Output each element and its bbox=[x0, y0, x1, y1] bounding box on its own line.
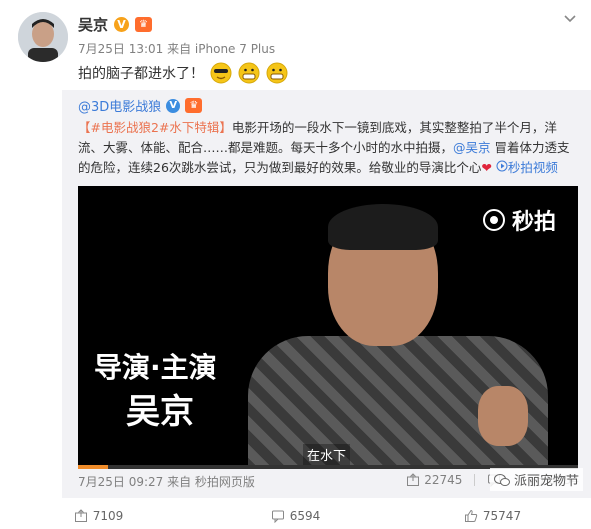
share-icon bbox=[407, 473, 420, 486]
repost-author-row: @3D电影战狼 V ♛ bbox=[78, 96, 203, 115]
wechat-icon bbox=[493, 473, 510, 486]
action-bar: 7109 6594 75747 bbox=[0, 502, 591, 529]
post-meta[interactable]: 7月25日 13:01 来自 iPhone 7 Plus bbox=[78, 40, 275, 57]
repost-text: 【#电影战狼2#水下特辑】电影开场的一段水下一镜到底戏，其实整整拍了半个月，洋流… bbox=[78, 118, 580, 178]
watermark: 派丽宠物节 bbox=[489, 468, 583, 491]
video-title-line1: 导演·主演 bbox=[94, 351, 217, 384]
comment-icon bbox=[271, 510, 284, 523]
repost-forward-count: 22745 bbox=[424, 473, 463, 487]
grin-emoji-icon bbox=[238, 62, 260, 84]
cool-face-emoji-icon bbox=[210, 62, 232, 84]
repost-box: @3D电影战狼 V ♛ 【#电影战狼2#水下特辑】电影开场的一段水下一镜到底戏，… bbox=[62, 90, 591, 498]
comment-button[interactable]: 6594 bbox=[197, 509, 394, 523]
repost-meta[interactable]: 7月25日 09:27 来自 秒拍网页版 bbox=[78, 473, 255, 490]
comment-count: 6594 bbox=[289, 508, 321, 523]
repost-author[interactable]: @3D电影战狼 bbox=[78, 96, 161, 115]
topic-link[interactable]: 【#电影战狼2#水下特辑】 bbox=[78, 120, 232, 135]
video-subtitle: 在水下 bbox=[303, 444, 351, 465]
video-title-line2: 吴京 bbox=[126, 392, 194, 432]
camera-icon bbox=[482, 209, 505, 231]
avatar[interactable] bbox=[18, 12, 68, 62]
watermark-text: 派丽宠物节 bbox=[513, 474, 579, 489]
post-text: 拍的脑子都进水了！ bbox=[78, 66, 204, 82]
chevron-down-icon[interactable] bbox=[562, 12, 578, 26]
video-link[interactable]: 秒拍视频 bbox=[496, 160, 558, 175]
verified-badge-icon: V bbox=[166, 98, 181, 113]
video-player[interactable]: 秒拍 导演·主演 吴京 在水下 bbox=[78, 186, 578, 469]
avatar-image bbox=[18, 12, 68, 62]
divider bbox=[474, 474, 476, 486]
share-icon bbox=[74, 508, 87, 522]
weibo-card: 吴京 V ♛ 7月25日 13:01 来自 iPhone 7 Plus 拍的脑子… bbox=[0, 0, 591, 529]
like-count: 75747 bbox=[482, 508, 522, 523]
post-text-row: 拍的脑子都进水了！ bbox=[78, 62, 288, 84]
forward-button[interactable]: 7109 bbox=[0, 509, 197, 523]
author-row: 吴京 V ♛ bbox=[78, 14, 153, 35]
person-hair bbox=[328, 204, 438, 250]
play-icon bbox=[496, 160, 508, 172]
mention-link[interactable]: @吴京 bbox=[453, 140, 491, 155]
repost-forward-button[interactable]: 22745 bbox=[406, 473, 462, 487]
grin-emoji-icon bbox=[266, 62, 288, 84]
heart-icon: ❤ bbox=[481, 160, 492, 175]
like-button[interactable]: 75747 bbox=[394, 509, 591, 523]
video-brand: 秒拍 bbox=[482, 204, 556, 236]
video-link-label: 秒拍视频 bbox=[507, 160, 558, 175]
forward-count: 7109 bbox=[92, 508, 124, 523]
verified-badge-icon: V bbox=[114, 17, 130, 32]
thumbs-up-icon bbox=[464, 509, 478, 522]
video-brand-label: 秒拍 bbox=[511, 210, 556, 235]
crown-badge-icon[interactable]: ♛ bbox=[135, 17, 153, 32]
person-hand bbox=[478, 386, 528, 446]
video-progress-fill bbox=[78, 465, 108, 469]
author-name[interactable]: 吴京 bbox=[78, 14, 108, 35]
crown-badge-icon[interactable]: ♛ bbox=[185, 98, 203, 113]
